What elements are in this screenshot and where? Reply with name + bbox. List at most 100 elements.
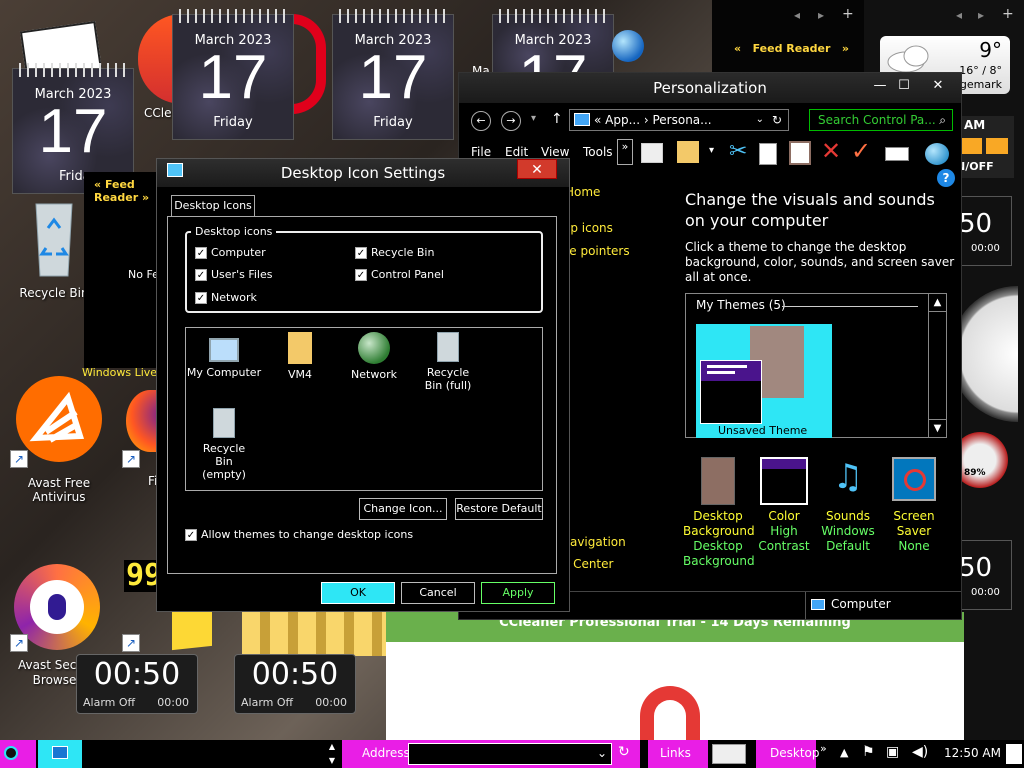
cut-icon[interactable]: ✂ (729, 139, 747, 164)
close-button[interactable]: ✕ (517, 159, 557, 179)
alarm-icon (960, 138, 982, 154)
clock-time[interactable]: 12:50 AM (944, 746, 1001, 760)
change-icon-button[interactable]: Change Icon... (359, 498, 447, 520)
back-icon[interactable]: ← (471, 111, 491, 131)
link-action-center[interactable]: s Center (563, 557, 613, 571)
menu-file[interactable]: File (471, 145, 491, 159)
setting-value: High Contrast (758, 524, 810, 553)
list-item[interactable]: Recycle Bin (full) (408, 332, 488, 392)
action-center-icon[interactable]: ⚑ (862, 744, 875, 760)
alarm-icon (986, 138, 1008, 154)
setting-title: Sounds (825, 509, 871, 523)
my-computer-icon (209, 338, 239, 362)
setting-color[interactable]: Color High Contrast (749, 457, 819, 554)
menu-tools[interactable]: Tools (583, 145, 613, 159)
sidebar-add-icon[interactable]: + (842, 6, 854, 22)
apply-button[interactable]: Apply (481, 582, 555, 604)
calendar-weekday: Friday (373, 115, 413, 130)
themes-list: My Themes (5) Unsaved Theme ▲ ▼ (685, 293, 947, 438)
scroll-up-icon[interactable]: ▲ (929, 294, 946, 312)
setting-desktop-background[interactable]: Desktop Background Desktop Background (683, 457, 755, 569)
toolbar-overflow-icon[interactable]: » (820, 742, 827, 755)
help-icon[interactable]: ? (937, 169, 955, 187)
show-hidden-icons[interactable]: ▲ (840, 746, 848, 759)
checkbox-allow-themes[interactable]: ✓ Allow themes to change desktop icons (185, 528, 413, 541)
checkbox-recycle-bin[interactable]: ✓ Recycle Bin (355, 246, 434, 259)
volume-icon[interactable]: ◀) (912, 744, 928, 760)
history-dropdown-icon[interactable]: ▾ (531, 113, 536, 124)
sidebar-next-icon[interactable]: ▸ (818, 8, 824, 22)
calendar-gadget: March 2023 17 Friday (332, 9, 454, 140)
clock-time: 00:50 (251, 657, 339, 692)
theme-tile[interactable]: Unsaved Theme (696, 324, 832, 438)
checkbox-users-files[interactable]: ✓ User's Files (195, 268, 272, 281)
delete-icon[interactable]: ✕ (821, 137, 841, 165)
link-desktop-icons[interactable]: op icons (563, 221, 613, 235)
setting-sounds[interactable]: ♫ Sounds Windows Default (813, 457, 883, 554)
copy-icon[interactable] (759, 143, 777, 165)
folder-icon[interactable] (677, 141, 699, 163)
search-icon[interactable]: ⌕ (939, 110, 946, 130)
forward-icon[interactable]: → (501, 111, 521, 131)
search-input[interactable]: Search Control Pa... ⌕ (809, 109, 953, 131)
close-button[interactable]: ✕ (925, 77, 951, 95)
sidebar-prev-icon[interactable]: ◂ (794, 8, 800, 22)
setting-screen-saver[interactable]: Screen Saver None (879, 457, 949, 554)
sidebar-next-icon[interactable]: ▸ (978, 8, 984, 22)
avast-free-label: Avast Free Antivirus (27, 476, 91, 504)
list-item[interactable]: VM4 (260, 332, 340, 381)
cancel-button[interactable]: Cancel (401, 582, 475, 604)
menu-view[interactable]: View (541, 145, 569, 159)
links-toolbar[interactable]: Links (648, 740, 708, 768)
sidebar-add-icon[interactable]: + (1002, 6, 1014, 22)
control-panel-icon (52, 746, 68, 759)
theme-window-preview (700, 360, 762, 424)
link-control-panel-home[interactable]: Home (565, 185, 600, 199)
desktop-toolbar[interactable]: Desktop (756, 740, 820, 768)
calendar-gadget: March 2023 17 Friday (172, 9, 294, 140)
checkbox-control-panel[interactable]: ✓ Control Panel (355, 268, 444, 281)
tab-desktop-icons[interactable]: Desktop Icons (171, 195, 255, 217)
globe-icon[interactable] (612, 30, 644, 62)
up-icon[interactable]: ↑ (551, 111, 563, 127)
link-navigation[interactable]: Navigation (561, 535, 626, 549)
minimize-button[interactable]: — (867, 77, 893, 95)
restore-default-button[interactable]: Restore Default (455, 498, 543, 520)
link-mouse-pointers[interactable]: se pointers (563, 244, 630, 258)
paste-icon[interactable] (789, 141, 811, 165)
ccleaner-label: CCle (144, 106, 172, 120)
scroll-down-icon[interactable]: ▼ (929, 419, 946, 437)
refresh-icon[interactable]: ↻ (772, 110, 782, 130)
taskbar-scroll-icon[interactable]: ▲ ▼ (326, 740, 338, 768)
properties-icon[interactable]: ✓ (851, 137, 871, 165)
globe-icon[interactable] (925, 143, 949, 165)
list-item[interactable]: Network (334, 332, 414, 381)
taskbar-item-personalization[interactable] (38, 740, 82, 768)
address-toolbar-input[interactable]: ⌄ (408, 743, 612, 765)
start-orb-icon (4, 746, 18, 760)
layout-icon[interactable] (641, 143, 663, 163)
list-item-label: Recycle Bin (full) (424, 366, 472, 392)
list-item[interactable]: My Computer (184, 332, 264, 379)
sidebar-prev-icon[interactable]: ◂ (956, 8, 962, 22)
desktop-icon-avast-free[interactable]: Avast Free Antivirus (4, 376, 114, 504)
keyboard-icon[interactable] (712, 744, 746, 764)
go-icon[interactable]: ↻ (618, 744, 630, 760)
ok-button[interactable]: OK (321, 582, 395, 604)
notification-icon[interactable] (1006, 744, 1022, 764)
checkbox-network[interactable]: ✓ Network (195, 291, 257, 304)
maximize-button[interactable]: ☐ (891, 77, 917, 95)
address-bar[interactable]: « App... › Persona... ⌄ ↻ (569, 109, 789, 131)
desktop-icon-recycle-bin[interactable]: Recycle Bin (14, 198, 94, 300)
checkbox-computer[interactable]: ✓ Computer (195, 246, 266, 259)
menu-overflow-icon[interactable]: » (617, 139, 633, 165)
network-icon[interactable]: ▣ (886, 744, 899, 760)
folder-dropdown-icon[interactable]: ▾ (709, 145, 714, 156)
address-dropdown-icon[interactable]: ⌄ (597, 746, 607, 760)
start-button[interactable] (0, 740, 36, 768)
address-dropdown-icon[interactable]: ⌄ (756, 110, 764, 130)
scrollbar[interactable]: ▲ ▼ (928, 294, 946, 437)
list-item[interactable]: Recycle Bin (empty) (184, 408, 264, 481)
menu-edit[interactable]: Edit (505, 145, 528, 159)
views-icon[interactable] (885, 147, 909, 161)
